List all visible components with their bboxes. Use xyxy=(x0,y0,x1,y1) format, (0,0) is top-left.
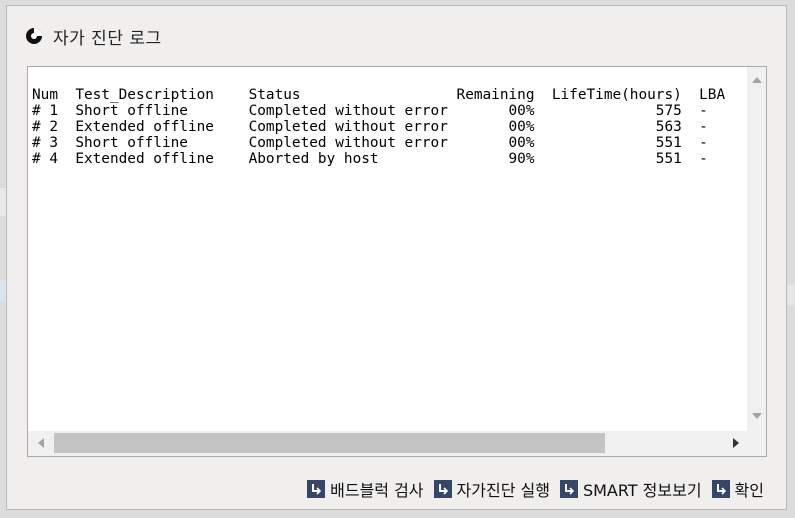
scroll-down-icon[interactable] xyxy=(752,413,762,419)
ok-label: 확인 xyxy=(734,481,764,500)
ok-button[interactable]: 확인 xyxy=(711,477,764,501)
log-header-row: Num Test_Description Status Remaining Li… xyxy=(32,87,726,103)
scroll-up-icon[interactable] xyxy=(752,77,762,83)
log-text-area[interactable]: Num Test_Description Status Remaining Li… xyxy=(28,67,747,431)
scroll-right-icon[interactable] xyxy=(733,438,739,448)
smart-info-button[interactable]: SMART 정보보기 xyxy=(559,477,702,501)
horizontal-scroll-thumb[interactable] xyxy=(54,433,605,453)
arrow-return-icon xyxy=(559,480,578,498)
dialog-title: 자가 진단 로그 xyxy=(53,28,162,49)
self-test-log-dialog: 자가 진단 로그 Num Test_Description Status Rem… xyxy=(6,5,787,510)
run-self-test-button[interactable]: 자가진단 실행 xyxy=(433,477,550,501)
scrollbar-corner xyxy=(747,431,766,456)
bad-block-check-button[interactable]: 배드블럭 검사 xyxy=(307,477,424,501)
vertical-scrollbar[interactable] xyxy=(747,67,766,431)
log-text: Num Test_Description Status Remaining Li… xyxy=(32,87,725,167)
scroll-left-icon[interactable] xyxy=(38,438,44,448)
log-row: # 3 Short offline Completed without erro… xyxy=(32,135,708,151)
dialog-button-bar: 배드블럭 검사 자가진단 실행 SMART 정보보기 확인 xyxy=(307,477,764,501)
horizontal-scrollbar[interactable] xyxy=(28,431,747,456)
disk-icon xyxy=(26,28,42,44)
log-row: # 1 Short offline Completed without erro… xyxy=(32,103,708,119)
smart-info-label: SMART 정보보기 xyxy=(582,481,702,500)
log-row: # 4 Extended offline Aborted by host 90%… xyxy=(32,151,708,167)
run-self-test-label: 자가진단 실행 xyxy=(456,481,550,500)
bad-block-check-label: 배드블럭 검사 xyxy=(330,481,424,500)
arrow-return-icon xyxy=(433,480,452,498)
dialog-title-bar: 자가 진단 로그 xyxy=(25,24,162,49)
arrow-return-icon xyxy=(711,480,730,498)
background-window-fragment xyxy=(787,285,795,305)
arrow-return-icon xyxy=(307,480,326,498)
log-row: # 2 Extended offline Completed without e… xyxy=(32,119,708,135)
log-panel: Num Test_Description Status Remaining Li… xyxy=(27,66,767,457)
